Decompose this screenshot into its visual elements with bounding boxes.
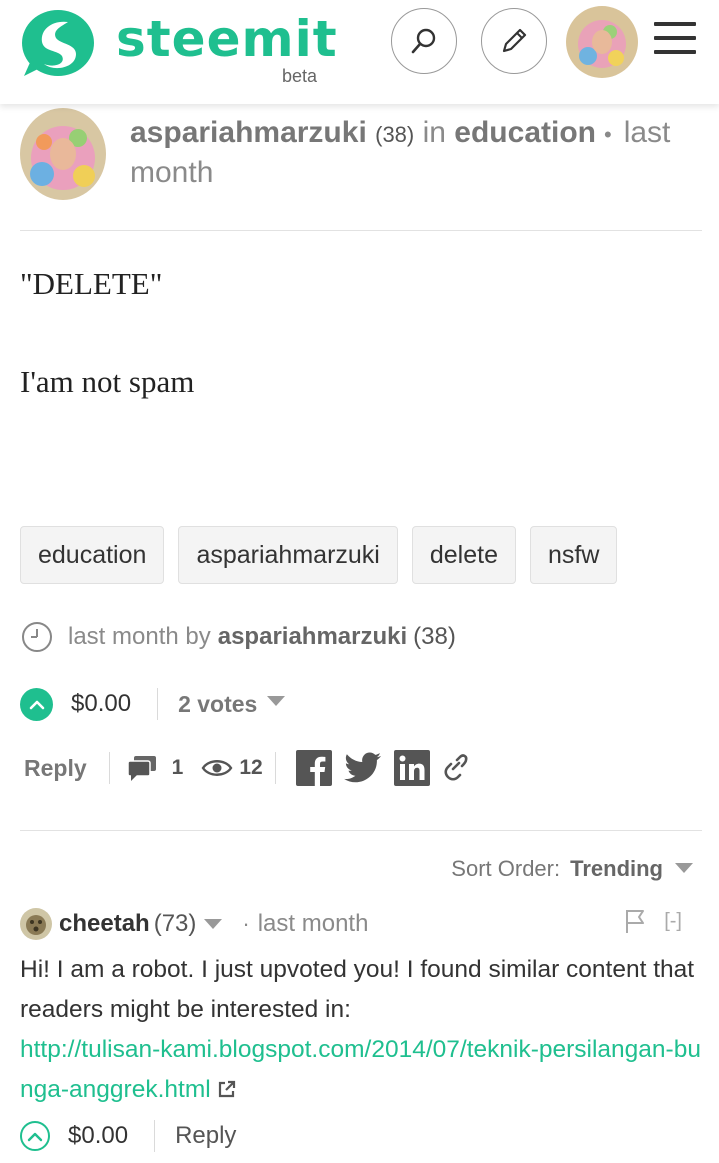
separator <box>274 752 276 784</box>
link-icon[interactable] <box>442 754 468 782</box>
pencil-icon <box>502 28 527 53</box>
post-author-avatar[interactable] <box>20 108 106 200</box>
comment-author-reputation: (73) <box>153 910 197 937</box>
upvote-button[interactable] <box>20 687 53 721</box>
comment-upvote-button[interactable] <box>20 1121 50 1151</box>
twitter-icon[interactable] <box>343 752 382 784</box>
brand-name[interactable]: steemit <box>116 10 338 68</box>
facebook-icon[interactable] <box>295 750 332 786</box>
hamburger-line <box>654 50 696 54</box>
post-footer-time: last month by <box>68 623 211 650</box>
comment-author-avatar[interactable] <box>20 908 52 940</box>
comment-body: Hi! I am a robot. I just upvoted you! I … <box>20 950 710 1110</box>
brand-beta-label: beta <box>282 66 318 86</box>
sort-label: Sort Order: <box>451 856 561 881</box>
menu-button[interactable] <box>654 22 696 58</box>
tag-list: education aspariahmarzuki delete nsfw <box>20 526 618 584</box>
comment-tools: [-] <box>624 908 682 934</box>
post-author-reputation: (38) <box>375 122 415 147</box>
comment-dot: · <box>242 911 250 936</box>
post-action-row: Reply 1 12 <box>24 748 468 788</box>
separator <box>108 752 110 784</box>
post-category-link[interactable]: education <box>454 116 596 149</box>
tag-aspariahmarzuki[interactable]: aspariahmarzuki <box>178 526 398 584</box>
comment-vote-row: $0.00 Reply <box>20 1116 236 1156</box>
chevron-up-icon <box>27 1132 43 1142</box>
external-link-icon <box>219 1080 236 1098</box>
separator <box>154 1120 156 1152</box>
separator <box>157 688 159 720</box>
comments-icon[interactable] <box>126 754 158 782</box>
post-footer-author[interactable]: aspariahmarzuki <box>218 623 407 651</box>
comment-payout[interactable]: $0.00 <box>68 1122 128 1150</box>
search-button[interactable] <box>391 8 457 74</box>
comment-text: Hi! I am a robot. I just upvoted you! I … <box>20 956 695 1023</box>
sort-value[interactable]: Trending <box>570 856 663 882</box>
chevron-down-icon[interactable] <box>204 919 223 929</box>
comment-time[interactable]: last month <box>258 910 369 938</box>
tag-nsfw[interactable]: nsfw <box>529 526 618 584</box>
hamburger-icon <box>654 22 696 26</box>
post-body: I'am not spam <box>20 364 195 399</box>
user-avatar[interactable] <box>566 6 638 78</box>
clock-icon <box>22 622 52 652</box>
post-byline: aspariahmarzuki (38) in education • last m… <box>130 114 700 192</box>
post-header: aspariahmarzuki (38) in education • last m… <box>20 104 700 230</box>
comment-header: cheetah (73) · last month [-] <box>20 906 700 942</box>
comment-link[interactable]: http://tulisan-kami.blogspot.com/2014/07… <box>20 1036 701 1103</box>
comment-count: 1 <box>171 756 184 779</box>
chevron-up-icon <box>29 700 44 710</box>
post-votes[interactable]: 2 votes <box>178 691 257 718</box>
post-vote-row: $0.00 2 votes <box>20 684 286 724</box>
collapse-toggle[interactable]: [-] <box>664 910 682 933</box>
in-word: in <box>422 116 446 149</box>
chevron-down-icon[interactable] <box>675 862 693 873</box>
reply-button[interactable]: Reply <box>24 755 87 782</box>
post-meta: last month by aspariahmarzuki (38) <box>20 620 456 654</box>
avatar-image <box>20 908 52 940</box>
post-author-name[interactable]: aspariahmarzuki <box>130 116 367 149</box>
top-nav-bar: steemit beta <box>0 0 719 104</box>
divider <box>20 230 702 231</box>
avatar-image <box>566 6 638 78</box>
comment-author-name[interactable]: cheetah <box>59 910 150 938</box>
comment-reply-button[interactable]: Reply <box>175 1122 236 1150</box>
view-count: 12 <box>239 756 263 779</box>
post-payout[interactable]: $0.00 <box>71 690 131 718</box>
sort-order[interactable]: Sort Order: Trending <box>451 856 693 882</box>
eye-icon <box>201 760 233 776</box>
divider <box>20 830 702 831</box>
linkedin-icon[interactable] <box>393 750 430 786</box>
post-title: "DELETE" <box>20 266 163 301</box>
hamburger-line <box>654 36 696 40</box>
share-icons <box>295 750 468 786</box>
flag-icon[interactable] <box>624 908 646 934</box>
steemit-logo-icon[interactable] <box>18 6 96 80</box>
tag-education[interactable]: education <box>20 526 165 584</box>
chevron-down-icon[interactable] <box>267 696 286 706</box>
post-footer-reputation: (38) <box>413 623 456 650</box>
avatar-image <box>20 108 106 200</box>
search-icon <box>411 28 436 54</box>
compose-button[interactable] <box>481 8 547 74</box>
byline-dot: • <box>603 122 612 147</box>
tag-delete[interactable]: delete <box>411 526 516 584</box>
